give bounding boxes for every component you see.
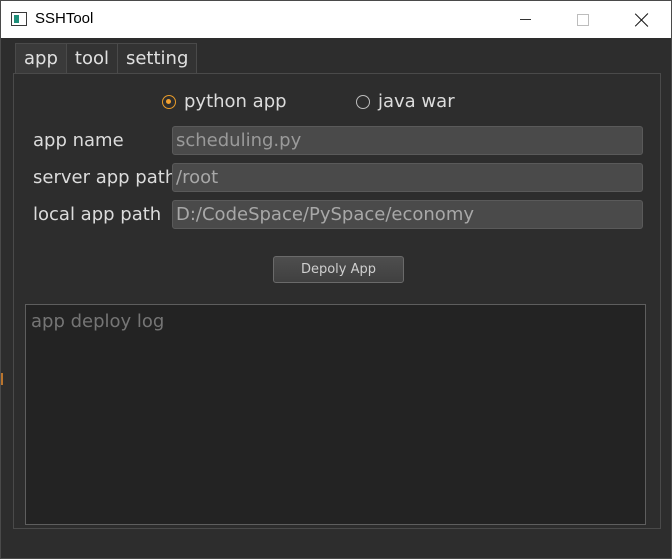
tab-tool[interactable]: tool: [65, 43, 118, 73]
title-bar[interactable]: SSHTool: [1, 1, 671, 38]
deploy-log-textarea[interactable]: [25, 304, 646, 525]
maximize-button[interactable]: [554, 1, 612, 38]
edge-marker: [1, 373, 3, 385]
server-app-path-field[interactable]: /root: [172, 163, 643, 192]
radio-python-label: python app: [184, 91, 287, 112]
window-title: SSHTool: [35, 10, 94, 27]
close-button[interactable]: [613, 1, 671, 38]
server-app-path-label: server app path: [33, 167, 177, 188]
radio-unchecked-icon[interactable]: [356, 94, 370, 109]
minimize-button[interactable]: [496, 1, 554, 38]
close-icon: [635, 13, 649, 27]
minimize-icon: [519, 19, 531, 20]
app-name-field[interactable]: scheduling.py: [172, 126, 643, 155]
local-app-path-field[interactable]: D:/CodeSpace/PySpace/economy: [172, 200, 643, 229]
tab-app[interactable]: app: [15, 43, 67, 73]
app-name-label: app name: [33, 130, 124, 151]
tab-setting[interactable]: setting: [116, 43, 198, 73]
radio-java-label: java war: [378, 91, 455, 112]
radio-python-app[interactable]: python app: [162, 91, 287, 112]
radio-checked-icon[interactable]: [162, 94, 176, 109]
app-icon: [11, 12, 27, 26]
app-window: SSHTool app tool setting python app java…: [0, 0, 672, 559]
tab-bar: app tool setting: [15, 43, 198, 73]
maximize-icon: [577, 13, 589, 26]
local-app-path-label: local app path: [33, 204, 162, 225]
deploy-app-button[interactable]: Depoly App: [273, 256, 404, 283]
radio-java-war[interactable]: java war: [356, 91, 455, 112]
